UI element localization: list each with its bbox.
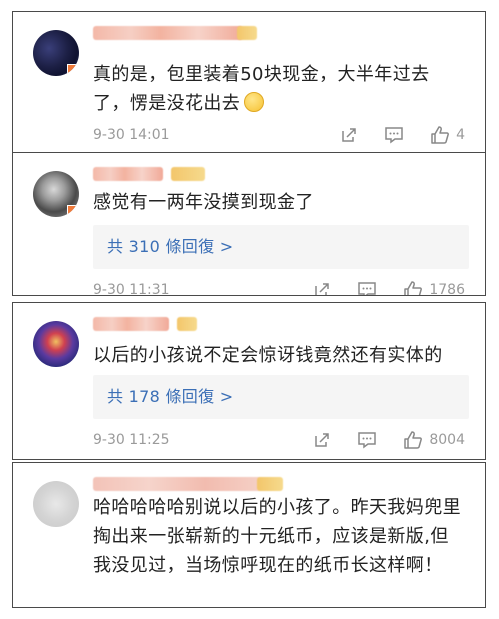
verified-badge-icon bbox=[67, 205, 79, 217]
share-icon[interactable] bbox=[313, 281, 331, 295]
comment-actions: 1786 bbox=[287, 279, 465, 296]
comment-text: 哈哈哈哈哈别说以后的小孩了。昨天我妈兜里掏出来一张崭新的十元纸币，应该是新版,但… bbox=[93, 497, 461, 576]
avatar[interactable] bbox=[33, 171, 79, 217]
comment-text: 以后的小孩说不定会惊讶钱竟然还有实体的 bbox=[93, 345, 443, 366]
verified-badge-icon bbox=[67, 64, 79, 76]
avatar[interactable] bbox=[33, 321, 79, 367]
view-replies-link[interactable]: 共 178 條回復 > bbox=[93, 375, 469, 419]
timestamp: 9-30 11:25 bbox=[93, 432, 170, 448]
user-level-badge bbox=[177, 317, 197, 331]
timestamp: 9-30 14:01 bbox=[93, 127, 170, 143]
comment-icon[interactable] bbox=[357, 431, 377, 449]
comment-card-1: 真的是，包里装着50块现金，大半年过去了，愣是没花出去 9-30 14:01 4 bbox=[12, 11, 486, 153]
thinking-emoji-icon bbox=[244, 92, 265, 112]
user-level-badge bbox=[257, 477, 283, 491]
thumbs-up-icon bbox=[404, 281, 423, 295]
comment-text: 感觉有一两年没摸到现金了 bbox=[93, 192, 314, 213]
avatar[interactable] bbox=[33, 481, 79, 527]
comment-card-3: 以后的小孩说不定会惊讶钱竟然还有实体的 共 178 條回復 > 9-30 11:… bbox=[12, 302, 486, 460]
username-blurred[interactable] bbox=[93, 477, 261, 491]
like-count: 4 bbox=[456, 127, 465, 143]
comment-actions: 4 bbox=[314, 124, 465, 146]
comment-text: 真的是，包里装着50块现金，大半年过去了，愣是没花出去 bbox=[93, 60, 465, 118]
comment-actions: 8004 bbox=[287, 429, 465, 451]
share-icon[interactable] bbox=[313, 431, 331, 449]
like-button[interactable]: 1786 bbox=[403, 279, 465, 296]
comment-footer: 9-30 11:31 1786 bbox=[93, 279, 465, 296]
comment-footer: 9-30 11:25 8004 bbox=[93, 429, 465, 451]
username-blurred[interactable] bbox=[93, 317, 169, 331]
comment-icon[interactable] bbox=[384, 126, 404, 144]
username-blurred[interactable] bbox=[93, 167, 163, 181]
comment-footer: 9-30 14:01 4 bbox=[93, 124, 465, 146]
view-replies-link[interactable]: 共 310 條回復 > bbox=[93, 225, 469, 269]
like-count: 1786 bbox=[429, 282, 465, 296]
username-blurred[interactable] bbox=[93, 26, 243, 40]
comment-icon[interactable] bbox=[357, 281, 377, 295]
share-icon[interactable] bbox=[340, 126, 358, 144]
user-level-badge bbox=[237, 26, 257, 40]
comment-card-2: 感觉有一两年没摸到现金了 共 310 條回復 > 9-30 11:31 1786 bbox=[12, 152, 486, 296]
thumbs-up-icon bbox=[404, 431, 423, 449]
comment-card-4: 哈哈哈哈哈别说以后的小孩了。昨天我妈兜里掏出来一张崭新的十元纸币，应该是新版,但… bbox=[12, 462, 486, 608]
like-button[interactable]: 8004 bbox=[403, 429, 465, 451]
thumbs-up-icon bbox=[431, 126, 450, 144]
like-count: 8004 bbox=[429, 432, 465, 448]
avatar[interactable] bbox=[33, 30, 79, 76]
like-button[interactable]: 4 bbox=[430, 124, 465, 146]
timestamp: 9-30 11:31 bbox=[93, 282, 170, 296]
user-level-badge bbox=[171, 167, 205, 181]
